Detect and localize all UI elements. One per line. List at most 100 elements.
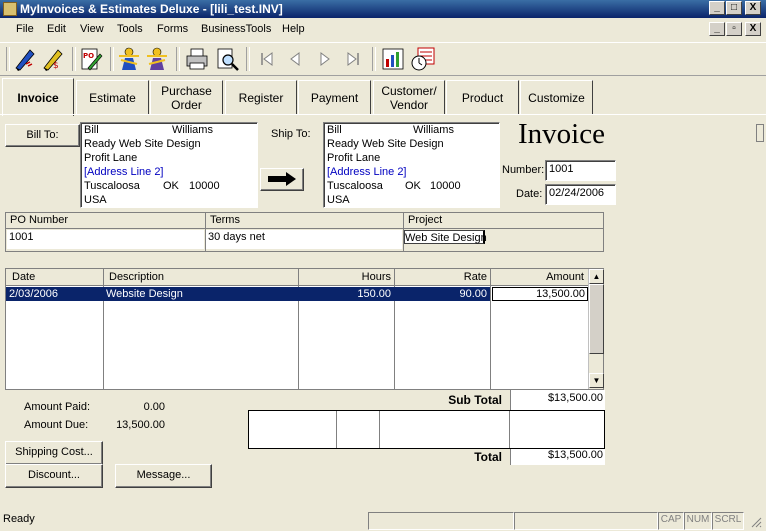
status-panel [368,512,514,530]
customers-icon[interactable] [116,46,142,72]
ship-to-last-name: Williams [413,124,454,136]
invoice-number-label: Number: [502,164,545,176]
menu-edit[interactable]: Edit [47,23,66,35]
ship-to-label: Ship To: [271,128,311,140]
tab-register[interactable]: Register [225,80,297,115]
calculator-clock-icon[interactable] [410,46,436,72]
invoice-date-input[interactable]: 02/24/2006 [545,184,616,205]
resize-grip-icon[interactable] [750,516,762,528]
minimize-button[interactable]: _ [709,1,725,15]
side-scroll-handle[interactable] [756,124,764,142]
status-panel [514,512,658,530]
tab-purchase-order[interactable]: Purchase Order [150,80,223,115]
scroll-down-arrow-icon[interactable]: ▼ [589,373,604,388]
vendors-icon[interactable] [144,46,170,72]
app-icon [3,2,17,16]
tab-product[interactable]: Product [446,80,519,115]
line-items-grid: Date Description Hours Rate Amount 2/03/… [5,268,604,390]
tab-invoice[interactable]: Invoice [2,78,74,116]
last-record-icon[interactable] [340,46,366,72]
child-restore-button[interactable]: ▫ [726,22,742,36]
total-label: Total [474,450,502,464]
num-lock-indicator: NUM [684,512,712,530]
previous-record-icon[interactable] [282,46,308,72]
child-close-button[interactable]: X [745,22,761,36]
amount-paid-label: Amount Paid: [24,401,91,413]
tab-customize[interactable]: Customize [520,80,593,115]
bill-to-address2: [Address Line 2] [84,166,164,178]
grid-scrollbar[interactable]: ▲ ▼ [588,269,604,389]
ship-to-company: Ready Web Site Design [327,138,444,150]
table-row[interactable]: 2/03/2006 Website Design 150.00 90.00 [6,287,490,301]
maximize-button[interactable]: □ [726,1,742,15]
ship-to-address-box[interactable]: Bill Williams Ready Web Site Design Prof… [323,122,500,208]
title-bar: MyInvoices & Estimates Deluxe - [lili_te… [0,0,766,18]
tab-estimate[interactable]: Estimate [76,80,149,115]
project-header: Project [408,214,443,226]
next-record-icon[interactable] [312,46,338,72]
window-title: MyInvoices & Estimates Deluxe - [lili_te… [20,2,283,16]
hours-column-header: Hours [361,271,391,283]
tab-payment[interactable]: Payment [298,80,371,115]
scroll-up-arrow-icon[interactable]: ▲ [589,269,604,284]
amount-paid-value: 0.00 [143,401,165,413]
discount-button[interactable]: Discount... [5,464,103,488]
row-description: Website Design [106,288,183,300]
description-column-header: Description [109,271,165,283]
ship-to-address1: Profit Lane [327,152,381,164]
new-invoice-icon[interactable] [12,46,38,72]
menu-help[interactable]: Help [282,23,305,35]
invoice-date-label: Date: [516,188,543,200]
ship-to-address2: [Address Line 2] [327,166,407,178]
scroll-thumb[interactable] [589,284,604,354]
bill-to-address1: Profit Lane [84,152,138,164]
message-button[interactable]: Message... [115,464,212,488]
scroll-lock-indicator: SCRL [712,512,744,530]
po-number-header: PO Number [10,214,69,226]
shipping-cost-button[interactable]: Shipping Cost... [5,441,103,465]
edit-icon[interactable]: $ [40,46,66,72]
reports-icon[interactable] [380,46,406,72]
invoice-number-input[interactable]: 1001 [545,160,616,181]
print-preview-icon[interactable] [214,46,240,72]
terms-header: Terms [210,214,240,226]
project-input[interactable]: Web Site Design [404,230,487,244]
amount-column-header: Amount [546,271,584,283]
ship-to-state: OK [405,180,421,192]
child-minimize-button[interactable]: _ [709,22,725,36]
order-info-grid: PO Number Terms Project 1001 30 days net… [5,212,604,252]
rate-column-header: Rate [463,271,487,283]
copy-address-button[interactable] [260,168,304,191]
bill-to-last-name: Williams [172,124,213,136]
menu-forms[interactable]: Forms [157,23,188,35]
caps-lock-indicator: CAP [658,512,684,530]
ship-to-city: Tuscaloosa [327,180,383,192]
tax-lines-table[interactable] [248,410,605,449]
menu-businesstools[interactable]: BusinessTools [201,23,271,35]
bill-to-button[interactable]: Bill To: [5,124,80,147]
menu-bar: File Edit View Tools Forms BusinessTools… [0,20,766,40]
print-icon[interactable] [184,46,210,72]
row-amount-input[interactable]: 13,500.00 [492,287,588,301]
arrow-right-icon [268,172,296,186]
first-record-icon[interactable] [254,46,280,72]
bill-to-country: USA [84,194,107,206]
date-column-header: Date [12,271,36,283]
tab-bar: Invoice Estimate Purchase Order Register… [0,78,766,116]
bill-to-zip: 10000 [189,180,220,192]
ship-to-country: USA [327,194,350,206]
menu-view[interactable]: View [80,23,104,35]
row-hours: 150.00 [357,288,391,300]
close-button[interactable]: X [745,1,761,15]
bill-to-state: OK [163,180,179,192]
terms-input[interactable]: 30 days net [206,230,402,249]
po-number-input[interactable]: 1001 [7,230,204,249]
purchase-order-icon[interactable]: PO [78,46,104,72]
bill-to-address-box[interactable]: Bill Williams Ready Web Site Design Prof… [80,122,258,208]
tab-customer-vendor[interactable]: Customer/ Vendor [373,80,445,115]
status-bar: Ready CAP NUM SCRL [0,510,766,531]
total-value: $13,500.00 [510,449,605,465]
menu-file[interactable]: File [16,23,34,35]
amount-due-value: 13,500.00 [116,419,165,431]
menu-tools[interactable]: Tools [117,23,143,35]
